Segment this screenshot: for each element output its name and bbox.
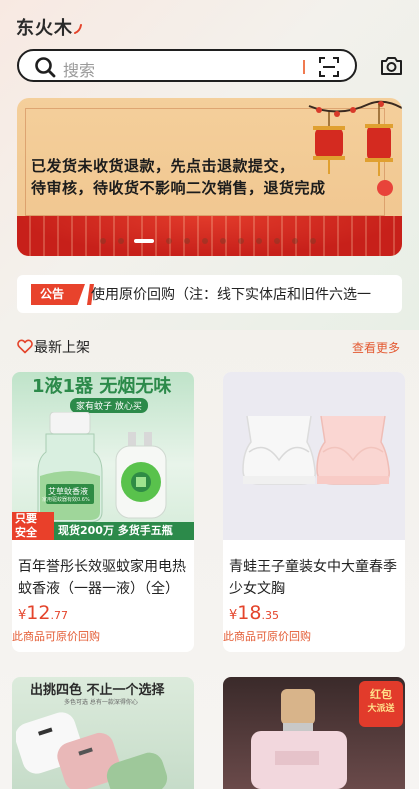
banner-message: 已发货未收货退款，先点击退款提交， 待审核，待收货不影响二次销售，退货完成 [31, 155, 361, 199]
product-card[interactable]: 青蛙王子童装女中大童春季少女文胸 ¥18.35 此商品可原价回购 [223, 372, 405, 652]
pager-dot-active[interactable] [134, 239, 154, 243]
product-card[interactable]: 红包 大派送 [223, 677, 405, 789]
product-title: 百年誉彤长效驱蚊家用电热蚊香液（一器一液）（全） [18, 559, 186, 597]
logo-swoosh-icon [74, 24, 82, 34]
promo-badge-top: 只要 [15, 512, 37, 525]
product-image-headline: 出挑四色 不止一个选择 [30, 683, 165, 698]
app-logo[interactable]: 东火木 [16, 14, 73, 40]
price-integer: 18 [237, 602, 262, 624]
product-title: 青蛙王子童装女中大童春季少女文胸 [229, 559, 397, 597]
pager-dot[interactable] [238, 238, 244, 244]
price-decimal: .77 [50, 609, 68, 622]
buyback-note: 此商品可原价回购 [223, 630, 311, 643]
section-header: 最新上架 查看更多 [17, 337, 402, 357]
search-bar[interactable]: 搜索 [17, 49, 357, 82]
price-decimal: .35 [261, 609, 279, 622]
product-price: ¥12.77 [18, 602, 68, 624]
pager-dot[interactable] [220, 238, 226, 244]
buyback-note: 此商品可原价回购 [12, 630, 100, 643]
section-title: 最新上架 [34, 340, 90, 356]
scan-icon[interactable] [318, 56, 340, 78]
announcement-tag: 公告 [31, 284, 85, 305]
bottle-sub-label: 家用驱蚊器有效0.6% [42, 497, 90, 503]
see-more-link[interactable]: 查看更多 [352, 339, 400, 356]
product-image[interactable]: 出挑四色 不止一个选择 多色可选 总有一款深得你心 [12, 677, 194, 789]
product-price: ¥18.35 [229, 602, 279, 624]
red-packet-bottom: 大派送 [367, 704, 395, 714]
banner-line-1: 已发货未收货退款，先点击退款提交， [31, 157, 295, 175]
camera-icon[interactable] [380, 56, 403, 76]
pager-dot[interactable] [274, 238, 280, 244]
pager-dot[interactable] [310, 238, 316, 244]
promo-badge-bottom: 安全 [15, 526, 37, 539]
product-card[interactable]: 1液1器 无烟无味 家有蚊子 放心买 艾草蚊香液 家用驱蚊器有效0.6% 只要 … [12, 372, 194, 652]
banner-line-2: 待审核，待收货不影响二次销售，退货完成 [31, 179, 326, 197]
perfume-product-icon [251, 689, 347, 789]
announcement-bar[interactable]: 公告 使用原价回购（注：线下实体店和旧件六选一 [17, 275, 402, 313]
product-image[interactable]: 红包 大派送 [223, 677, 405, 789]
mosquito-repellent-product-icon [37, 412, 167, 523]
search-icon [35, 57, 56, 78]
pager-dot[interactable] [118, 238, 124, 244]
product-image-headline: 1液1器 无烟无味 [32, 376, 172, 397]
search-input[interactable]: 搜索 [63, 57, 95, 81]
product-image[interactable] [223, 372, 405, 540]
banner-pager [0, 236, 419, 244]
diffuser-product-icon [16, 712, 168, 789]
product-image[interactable]: 1液1器 无烟无味 家有蚊子 放心买 艾草蚊香液 家用驱蚊器有效0.6% 只要 … [12, 372, 194, 540]
pager-dot[interactable] [202, 238, 208, 244]
pager-dot[interactable] [184, 238, 190, 244]
bra-product-icon [242, 415, 390, 485]
pager-dot[interactable] [100, 238, 106, 244]
pager-dot[interactable] [292, 238, 298, 244]
red-packet-top: 红包 [370, 688, 392, 701]
promo-badge: 只要 安全 [12, 512, 54, 540]
promo-banner[interactable]: 已发货未收货退款，先点击退款提交， 待审核，待收货不影响二次销售，退货完成 [17, 98, 402, 256]
pager-dot[interactable] [166, 238, 172, 244]
announcement-text: 使用原价回购（注：线下实体店和旧件六选一 [91, 287, 371, 303]
promo-strip: 现货200万 多货手五瓶 [54, 522, 194, 540]
pager-dot[interactable] [256, 238, 262, 244]
search-divider [303, 60, 305, 74]
red-packet-badge: 红包 大派送 [359, 681, 403, 727]
product-image-sub: 家有蚊子 放心买 [70, 398, 148, 413]
heart-icon [17, 339, 33, 354]
product-card[interactable]: 出挑四色 不止一个选择 多色可选 总有一款深得你心 [12, 677, 194, 789]
price-integer: 12 [26, 602, 51, 624]
